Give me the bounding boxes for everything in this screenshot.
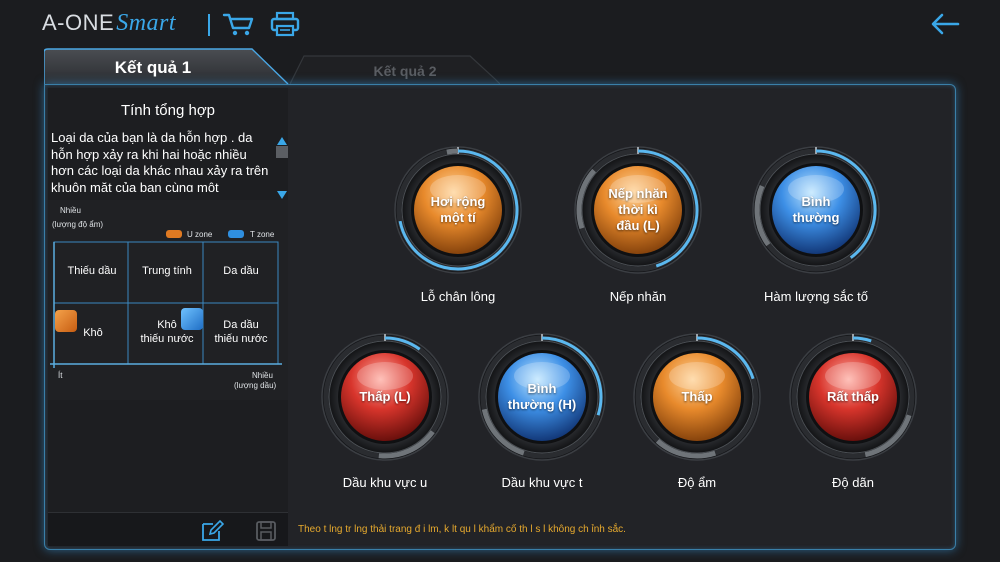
cell-kho: Khô — [83, 327, 103, 339]
header-divider — [208, 14, 210, 36]
gauge-pigment[interactable]: Bình thường — [751, 145, 881, 275]
cell-line-1: Da dầu — [223, 319, 259, 331]
cart-icon[interactable] — [222, 10, 256, 38]
x-axis-label: Nhiều — [252, 371, 273, 380]
cell-line-2: thiếu nước — [140, 333, 194, 345]
save-icon[interactable] — [254, 519, 278, 543]
gauge-value: Rất thấp — [827, 389, 879, 404]
gauge-track-segment — [446, 148, 458, 155]
gauge-value: Hơi rộng một tí — [430, 194, 486, 225]
tab-label: Kết quả 2 — [373, 63, 437, 79]
gauge-value: Thấp — [681, 389, 713, 404]
gauge-oil-t[interactable]: Bình thường (H) — [477, 332, 607, 462]
gauge-value: Nếp nhăn thời kì đầu (L) — [608, 186, 668, 233]
header: A-ONESmart — [0, 0, 1000, 48]
gauge-label-oil-u: Dầu khu vực u — [342, 475, 428, 490]
summary-title: Tính tổng hợp — [120, 102, 216, 119]
logo-smart-text: Smart — [116, 10, 177, 36]
gauge-label-elasticity: Độ dãn — [832, 475, 874, 490]
summary-description: Loại da của bạn là da hỗn hợp . da hỗn h… — [51, 130, 269, 192]
skin-type-chart: Nhiều (lượng độ ẩm) U zone T zone Thiếu … — [48, 200, 288, 400]
tab-label: Kết quả 1 — [114, 58, 192, 77]
cell-thieu-dau: Thiếu dầu — [67, 265, 117, 277]
gauge-label-oil-t: Dầu khu vực t — [501, 475, 583, 490]
tab-ket-qua-2[interactable]: Kết quả 2 — [290, 48, 500, 84]
app-logo: A-ONESmart — [42, 10, 176, 37]
scrollbar-thumb[interactable] — [276, 146, 288, 158]
edit-icon[interactable] — [200, 519, 225, 543]
summary-panel: Tính tổng hợp Loại da của bạn là da hỗn … — [48, 88, 288, 546]
gauge-pores[interactable]: Hơi rộng một tí — [393, 145, 523, 275]
gauge-label-pores: Lỗ chân lông — [420, 289, 496, 304]
gauge-moisture[interactable]: Thấp — [632, 332, 762, 462]
gauge-value: Thấp (L) — [359, 389, 411, 404]
cell-line-2: thiếu nước — [214, 333, 268, 345]
gauge-elasticity[interactable]: Rất thấp — [788, 332, 918, 462]
gauge-value: Bình thường — [792, 194, 840, 225]
chart-grid — [50, 241, 282, 368]
disclaimer-notice: Theo t lng tr lng thải trang đ i lm, k l… — [298, 524, 626, 535]
x-axis-min: Ít — [58, 371, 63, 380]
gauge-label-pigment: Hàm lượng sắc tố — [764, 289, 868, 304]
tab-ket-qua-1[interactable]: Kết quả 1 — [44, 48, 290, 85]
gauge-wrinkles[interactable]: Nếp nhăn thời kì đầu (L) — [573, 145, 703, 275]
cell-trung-tinh: Trung tính — [142, 265, 192, 277]
gauge-label-wrinkles: Nếp nhăn — [609, 289, 667, 304]
logo-text: A-ONE — [42, 10, 115, 35]
u-zone-marker — [55, 310, 77, 332]
x-axis-unit: (lượng dầu) — [234, 381, 277, 390]
gauge-oil-u[interactable]: Thấp (L) — [320, 332, 450, 462]
cell-da-dau-thieu-nuoc: Da dầu thiếu nước — [206, 318, 276, 346]
scroll-up-icon[interactable] — [276, 134, 288, 146]
printer-icon[interactable] — [268, 10, 302, 38]
gauge-value: Bình thường (H) — [507, 381, 577, 412]
scroll-down-icon[interactable] — [276, 188, 288, 200]
cell-da-dau: Da dầu — [223, 265, 259, 277]
t-zone-marker — [181, 308, 203, 330]
back-arrow-icon[interactable] — [928, 10, 962, 38]
summary-description-box[interactable]: Loại da của bạn là da hỗn hợp . da hỗn h… — [48, 128, 288, 192]
summary-footer — [48, 512, 288, 546]
gauge-label-moisture: Độ ẩm — [677, 475, 717, 490]
